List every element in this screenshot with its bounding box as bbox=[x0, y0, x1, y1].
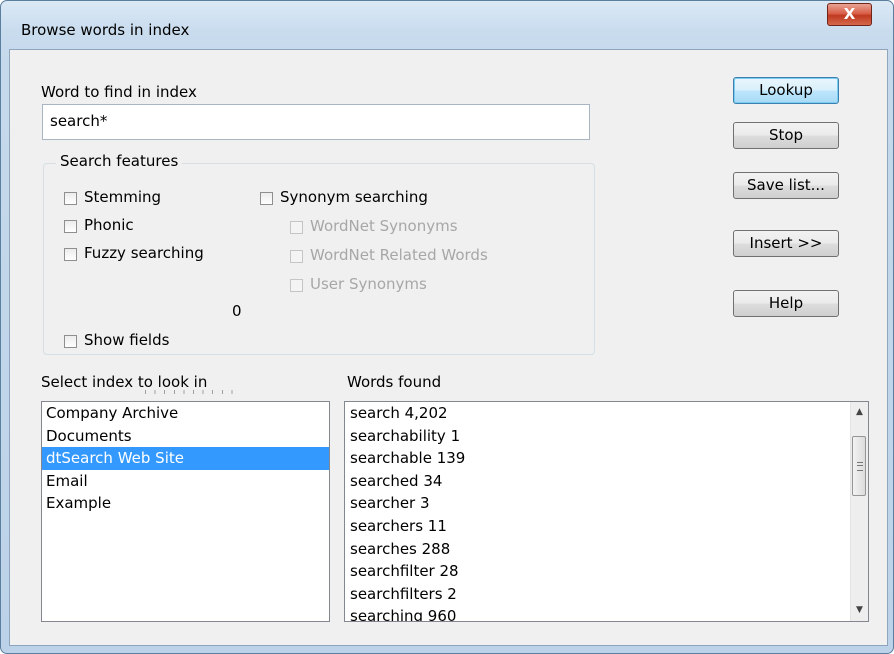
word-list-item[interactable]: searcher 3 bbox=[345, 492, 868, 515]
fuzziness-value: 0 bbox=[232, 302, 242, 320]
word-list-item[interactable]: searchers 11 bbox=[345, 515, 868, 538]
help-button[interactable]: Help bbox=[733, 290, 839, 317]
index-list-item[interactable]: Example bbox=[42, 492, 329, 515]
phonic-checkbox[interactable] bbox=[64, 220, 77, 233]
word-list-item[interactable]: searched 34 bbox=[345, 470, 868, 493]
dialog-client-area: Word to find in index search* Search fea… bbox=[9, 49, 888, 646]
word-list-item[interactable]: searches 288 bbox=[345, 538, 868, 561]
index-list-item[interactable]: dtSearch Web Site bbox=[42, 447, 329, 470]
grip-icon bbox=[857, 462, 863, 471]
show-fields-checkbox[interactable] bbox=[64, 335, 77, 348]
search-features-group: Search features Stemming Phonic Fuzzy se… bbox=[43, 152, 595, 423]
index-list-items: Company Archive Documents dtSearch Web Sit… bbox=[42, 402, 329, 515]
word-list-item[interactable]: searching 960 bbox=[345, 605, 868, 621]
words-found-label: Words found bbox=[347, 373, 442, 391]
wordnet-related-checkbox[interactable] bbox=[290, 250, 303, 263]
stemming-label: Stemming bbox=[84, 188, 162, 206]
stemming-checkbox[interactable] bbox=[64, 192, 77, 205]
dialog-window: Browse words in index X Word to find in … bbox=[0, 0, 894, 654]
index-list-item[interactable]: Email bbox=[42, 470, 329, 493]
synonym-searching-label: Synonym searching bbox=[280, 188, 428, 206]
word-list-item[interactable]: searchability 1 bbox=[345, 425, 868, 448]
close-button[interactable]: X bbox=[827, 3, 872, 26]
word-input[interactable]: search* bbox=[42, 104, 590, 140]
index-listbox[interactable]: Company Archive Documents dtSearch Web Sit… bbox=[41, 401, 330, 622]
scroll-up-icon[interactable]: ▲ bbox=[851, 404, 868, 421]
close-icon: X bbox=[843, 5, 856, 23]
scroll-down-icon[interactable]: ▼ bbox=[851, 602, 868, 619]
words-found-items: search 4,202 searchability 1 searchable 13… bbox=[345, 402, 868, 621]
synonym-searching-checkbox[interactable] bbox=[260, 192, 273, 205]
search-features-legend: Search features bbox=[56, 152, 183, 170]
word-field-label: Word to find in index bbox=[41, 83, 197, 101]
insert-button[interactable]: Insert >> bbox=[733, 230, 839, 257]
word-list-item[interactable]: searchable 139 bbox=[345, 447, 868, 470]
word-list-item[interactable]: search 4,202 bbox=[345, 402, 868, 425]
words-scrollbar[interactable]: ▲ ▼ bbox=[850, 402, 868, 621]
fuzzy-searching-checkbox[interactable] bbox=[64, 248, 77, 261]
save-list-button[interactable]: Save list... bbox=[733, 172, 839, 199]
index-list-item[interactable]: Documents bbox=[42, 425, 329, 448]
words-found-listbox[interactable]: search 4,202 searchability 1 searchable 13… bbox=[344, 401, 869, 622]
stop-button[interactable]: Stop bbox=[733, 122, 839, 149]
show-fields-label: Show fields bbox=[84, 331, 170, 349]
user-synonyms-checkbox[interactable] bbox=[290, 279, 303, 292]
user-synonyms-label: User Synonyms bbox=[310, 275, 427, 293]
wordnet-related-label: WordNet Related Words bbox=[310, 246, 488, 264]
wordnet-synonyms-label: WordNet Synonyms bbox=[310, 217, 458, 235]
window-title: Browse words in index bbox=[21, 21, 190, 39]
index-list-item[interactable]: Company Archive bbox=[42, 402, 329, 425]
scroll-thumb[interactable] bbox=[852, 436, 866, 496]
word-list-item[interactable]: searchfilters 2 bbox=[345, 583, 868, 606]
index-list-label: Select index to look in bbox=[41, 373, 208, 391]
phonic-label: Phonic bbox=[84, 216, 134, 234]
word-list-item[interactable]: searchfilter 28 bbox=[345, 560, 868, 583]
wordnet-synonyms-checkbox[interactable] bbox=[290, 221, 303, 234]
fuzzy-searching-label: Fuzzy searching bbox=[84, 244, 204, 262]
lookup-button[interactable]: Lookup bbox=[733, 77, 839, 104]
